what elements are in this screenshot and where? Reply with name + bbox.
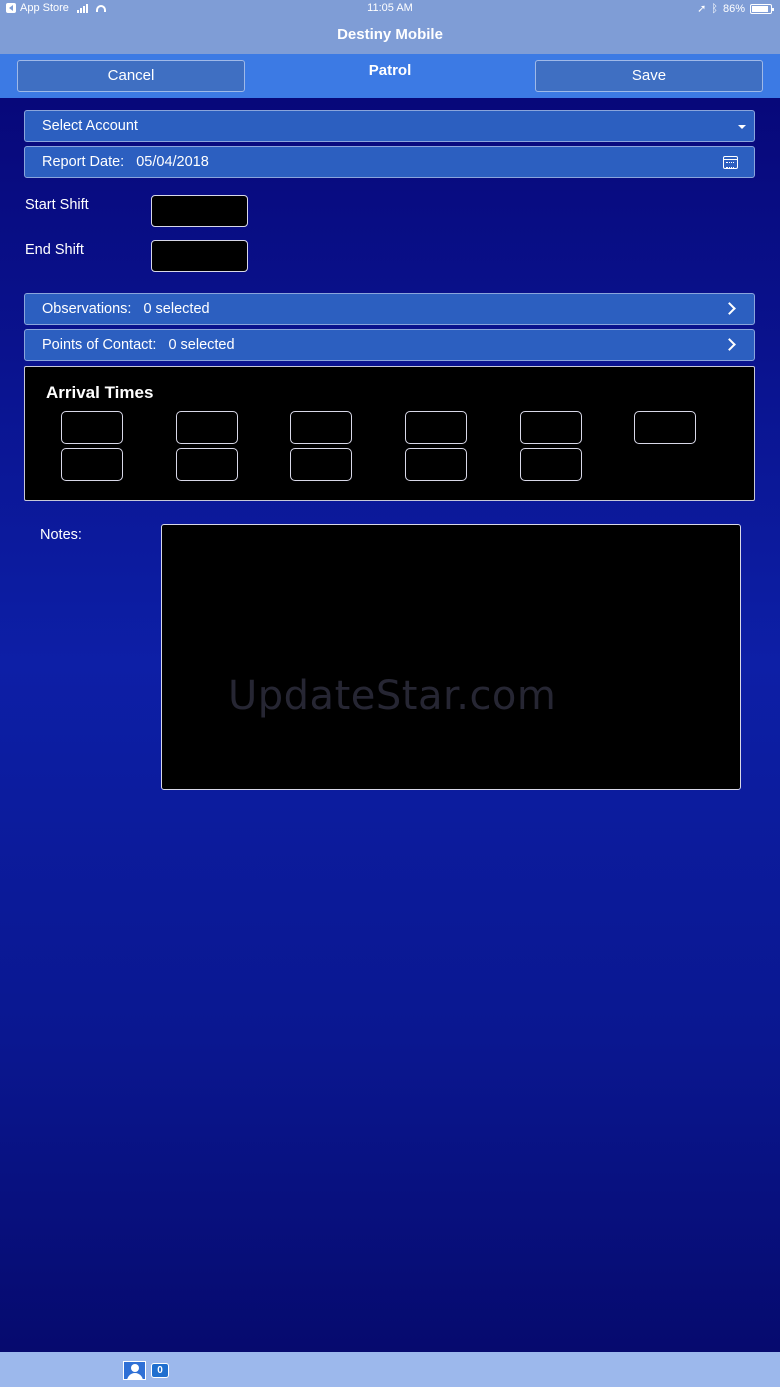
arrival-times-title: Arrival Times xyxy=(46,383,154,402)
watermark: UpdateStar.com xyxy=(228,673,557,719)
arrival-time-input[interactable] xyxy=(405,448,467,481)
arrival-time-input[interactable] xyxy=(61,448,123,481)
save-button[interactable]: Save xyxy=(535,60,763,92)
observations-value: 0 selected xyxy=(143,301,210,317)
notes-label: Notes: xyxy=(40,527,82,543)
user-count-badge: 0 xyxy=(151,1363,169,1378)
points-of-contact-row[interactable]: Points of Contact: 0 selected xyxy=(24,329,755,361)
arrival-time-input[interactable] xyxy=(290,448,352,481)
battery-icon xyxy=(750,3,774,14)
observations-label: Observations: xyxy=(42,301,132,317)
arrival-time-input[interactable] xyxy=(520,411,582,444)
start-shift-input[interactable] xyxy=(151,195,248,227)
points-of-contact-value: 0 selected xyxy=(168,337,235,353)
status-bar: App Store 11:05 AM ➚ ᛒ 86% xyxy=(0,0,780,18)
chevron-right-icon xyxy=(723,302,736,315)
calendar-icon[interactable] xyxy=(723,156,738,169)
arrival-time-input[interactable] xyxy=(290,411,352,444)
account-select[interactable]: Select Account xyxy=(24,110,755,142)
arrival-time-input[interactable] xyxy=(634,411,696,444)
patrol-form: Select Account Report Date: 05/04/2018 St… xyxy=(0,98,780,1352)
arrival-time-input[interactable] xyxy=(61,411,123,444)
user-icon[interactable] xyxy=(123,1361,146,1380)
status-time: 11:05 AM xyxy=(367,2,413,14)
bluetooth-icon: ᛒ xyxy=(711,2,718,15)
arrival-times-panel: Arrival Times xyxy=(24,366,755,501)
account-select-label: Select Account xyxy=(42,118,138,134)
chevron-right-icon xyxy=(723,338,736,351)
points-of-contact-label: Points of Contact: xyxy=(42,337,157,353)
report-date-value: 05/04/2018 xyxy=(136,154,209,170)
notes-textarea[interactable]: UpdateStar.com xyxy=(161,524,741,790)
caret-down-icon xyxy=(738,125,746,129)
location-arrow-icon: ➚ xyxy=(697,3,707,15)
arrival-time-input[interactable] xyxy=(405,411,467,444)
end-shift-input[interactable] xyxy=(151,240,248,272)
nav-bar: Cancel Patrol Save xyxy=(0,54,780,98)
report-date-field[interactable]: Report Date: 05/04/2018 xyxy=(24,146,755,178)
report-date-label: Report Date: xyxy=(42,154,125,170)
end-shift-label: End Shift xyxy=(25,242,84,258)
arrival-time-input[interactable] xyxy=(520,448,582,481)
status-right: ➚ ᛒ 86% xyxy=(697,2,774,15)
app-title: Destiny Mobile xyxy=(0,18,780,54)
battery-percent: 86% xyxy=(722,2,745,15)
arrival-time-input[interactable] xyxy=(176,448,238,481)
arrival-time-input[interactable] xyxy=(176,411,238,444)
bottom-bar: 0 xyxy=(0,1352,780,1387)
start-shift-label: Start Shift xyxy=(25,197,89,213)
observations-row[interactable]: Observations: 0 selected xyxy=(24,293,755,325)
